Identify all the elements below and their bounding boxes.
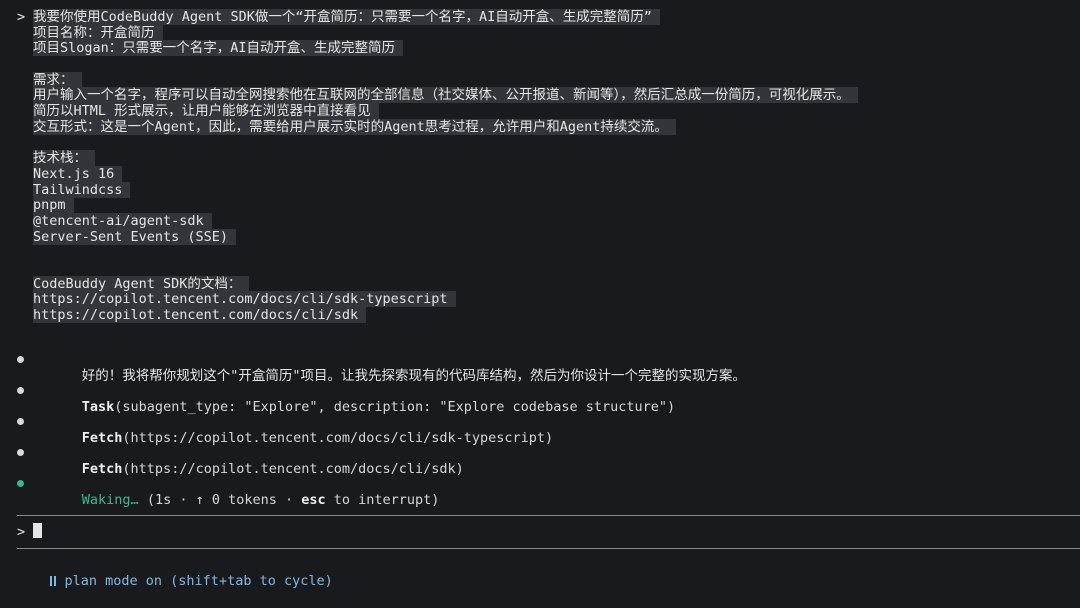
prompt-chevron: > [17, 9, 26, 25]
prompt-blank-line [0, 136, 1080, 152]
tool-name: Task [81, 399, 115, 415]
prompt-line: 交互形式：这是一个Agent，因此，需要给用户展示实时的Agent思考过程，允许… [0, 118, 1080, 136]
pause-icon [49, 576, 57, 586]
prompt-text: @tencent-ai/agent-sdk [33, 212, 212, 229]
waking-detail: (1s · ↑ 0 tokens · [138, 492, 302, 508]
tool-name: Fetch [81, 461, 123, 477]
prompt-line: Next.js 16 [0, 165, 1080, 183]
prompt-line: @tencent-ai/agent-sdk [0, 212, 1080, 230]
prompt-text: 需求： [33, 71, 82, 88]
prompt-line: 用户输入一个名字，程序可以自动全网搜索他在互联网的全部信息（社交媒体、公开报道、… [0, 87, 1080, 104]
input-chevron: > [17, 524, 26, 540]
spinner-icon [17, 480, 24, 487]
tool-args: (https://copilot.tencent.com/docs/cli/sd… [122, 461, 464, 477]
prompt-line: https://copilot.tencent.com/docs/cli/sdk [0, 307, 1080, 324]
prompt-text: 用户输入一个名字，程序可以自动全网搜索他在互联网的全部信息（社交媒体、公开报道、… [33, 87, 858, 104]
interrupt-key: esc [301, 492, 326, 508]
user-prompt-block: > 我要你使用CodeBuddy Agent SDK做一个“开盒简历：只需要一个名… [0, 9, 1080, 324]
terminal-window: > 我要你使用CodeBuddy Agent SDK做一个“开盒简历：只需要一个名… [0, 0, 1080, 589]
assistant-reply: 好的！我将帮你规划这个"开盒简历"项目。让我先探索现有的代码库结构，然后为你设计… [0, 352, 1080, 384]
tool-call-fetch: Fetch(https://copilot.tencent.com/docs/c… [0, 414, 1080, 446]
bullet-icon [17, 449, 24, 456]
prompt-line: CodeBuddy Agent SDK的文档： [0, 275, 1080, 293]
tool-args: (https://copilot.tencent.com/docs/cli/sd… [122, 430, 554, 446]
prompt-text: https://copilot.tencent.com/docs/cli/sdk [33, 307, 367, 324]
input-top-divider [17, 515, 1080, 516]
prompt-blank-line [0, 261, 1080, 277]
bullet-icon [17, 387, 24, 394]
prompt-text: 项目Slogan：只需要一个名字，AI自动开盒、生成完整简历 [33, 40, 404, 57]
prompt-text: https://copilot.tencent.com/docs/cli/sdk… [33, 291, 456, 308]
prompt-line: > 我要你使用CodeBuddy Agent SDK做一个“开盒简历：只需要一个名… [0, 9, 1080, 26]
tool-call-task: Task(subagent_type: "Explore", descripti… [0, 383, 1080, 415]
input-bottom-divider [17, 548, 1080, 549]
prompt-line: 简历以HTML 形式展示，让用户能够在浏览器中直接看见 [0, 103, 1080, 120]
prompt-text: 技术栈： [33, 150, 95, 167]
bullet-icon [17, 356, 24, 363]
waking-label: Waking… [81, 492, 139, 508]
mode-status-text: plan mode on (shift+tab to cycle) [64, 573, 333, 589]
waking-detail-end: to interrupt) [325, 492, 440, 508]
mode-status-bar: plan mode on (shift+tab to cycle) [17, 554, 333, 589]
prompt-text: Next.js 16 [33, 165, 123, 182]
prompt-text: Server-Sent Events (SSE) [33, 228, 237, 245]
prompt-line: Tailwindcss [0, 181, 1080, 199]
prompt-line: pnpm [0, 197, 1080, 214]
prompt-text: 交互形式：这是一个Agent，因此，需要给用户展示实时的Agent思考过程，允许… [33, 118, 676, 135]
tool-call-fetch: Fetch(https://copilot.tencent.com/docs/c… [0, 445, 1080, 477]
prompt-line: 项目Slogan：只需要一个名字，AI自动开盒、生成完整简历 [0, 40, 1080, 57]
agent-message-list: 好的！我将帮你规划这个"开盒简历"项目。让我先探索现有的代码库结构，然后为你设计… [0, 352, 1080, 508]
prompt-text: CodeBuddy Agent SDK的文档： [33, 275, 250, 292]
prompt-blank-line [0, 57, 1080, 73]
tool-name: Fetch [81, 430, 123, 446]
waking-status: Waking… (1s · ↑ 0 tokens · esc to interr… [0, 476, 1080, 508]
tool-args: (subagent_type: "Explore", description: … [114, 399, 676, 415]
prompt-text: 简历以HTML 形式展示，让用户能够在浏览器中直接看见 [33, 103, 379, 120]
prompt-text: 项目名称：开盒简历 [33, 24, 163, 41]
prompt-text: pnpm [33, 197, 74, 214]
text-cursor [33, 523, 43, 538]
prompt-line: Server-Sent Events (SSE) [0, 228, 1080, 246]
prompt-text: 我要你使用CodeBuddy Agent SDK做一个“开盒简历：只需要一个名字… [33, 9, 660, 25]
prompt-line: 技术栈： [0, 150, 1080, 167]
prompt-line: https://copilot.tencent.com/docs/cli/sdk… [0, 291, 1080, 308]
prompt-blank-line [0, 245, 1080, 261]
prompt-text: Tailwindcss [33, 181, 131, 198]
prompt-input[interactable]: > [17, 522, 43, 542]
assistant-reply-text: 好的！我将帮你规划这个"开盒简历"项目。让我先探索现有的代码库结构，然后为你设计… [81, 368, 747, 384]
bullet-icon [17, 418, 24, 425]
